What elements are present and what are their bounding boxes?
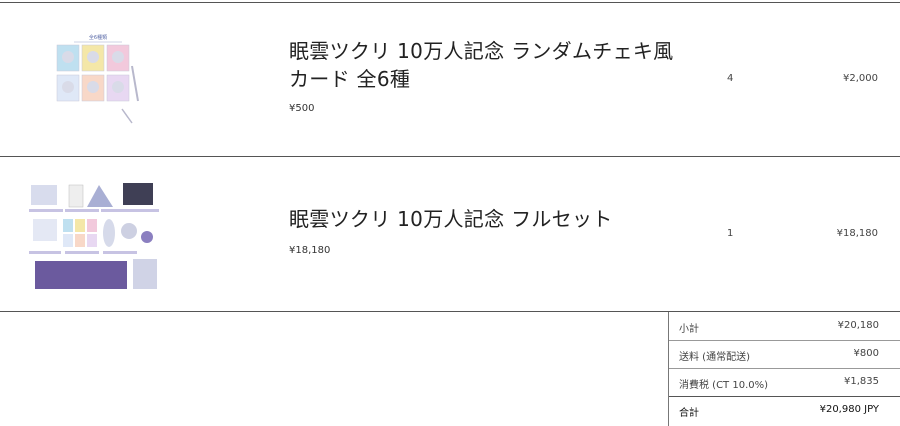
cart-item: 全6種類 眠雲ツクリ 10万人記念 ランダムチェキ風 カード 全6種 ¥500 … xyxy=(0,3,900,157)
item-title-line1: 眠雲ツクリ 10万人記念 フルセット xyxy=(289,207,613,231)
total-value: ¥20,980 JPY xyxy=(819,404,879,415)
total-row: 合計 ¥20,980 JPY xyxy=(669,396,900,424)
item-line-total: ¥18,180 xyxy=(836,228,878,239)
cheki-card-set-image: 全6種類 xyxy=(52,31,144,131)
thumbnail-heading: 全6種類 xyxy=(89,34,107,41)
item-title[interactable]: 眠雲ツクリ 10万人記念 ランダムチェキ風 カード 全6種 xyxy=(289,37,674,93)
order-summary: 小計 ¥20,180 送料 (通常配送) ¥800 消費税 (CT 10.0%)… xyxy=(668,312,900,426)
full-set-merch-thumbnail[interactable] xyxy=(25,181,161,291)
item-title-line2: カード 全6種 xyxy=(289,67,411,91)
item-price: ¥500 xyxy=(289,103,315,114)
subtotal-row: 小計 ¥20,180 xyxy=(669,312,900,340)
tax-row: 消費税 (CT 10.0%) ¥1,835 xyxy=(669,368,900,396)
cheki-card-set-thumbnail[interactable]: 全6種類 xyxy=(52,31,144,131)
item-line-total: ¥2,000 xyxy=(843,73,878,84)
shipping-row: 送料 (通常配送) ¥800 xyxy=(669,340,900,368)
item-title[interactable]: 眠雲ツクリ 10万人記念 フルセット xyxy=(289,205,674,233)
item-quantity: 4 xyxy=(727,73,734,84)
tax-value: ¥1,835 xyxy=(844,376,879,387)
item-title-line1: 眠雲ツクリ 10万人記念 ランダムチェキ風 xyxy=(289,39,674,63)
tax-label: 消費税 (CT 10.0%) xyxy=(679,380,769,391)
cart-item: 眠雲ツクリ 10万人記念 フルセット ¥18,180 1 ¥18,180 xyxy=(0,157,900,311)
shipping-label: 送料 (通常配送) xyxy=(679,352,750,363)
subtotal-value: ¥20,180 xyxy=(837,320,879,331)
subtotal-label: 小計 xyxy=(679,324,699,335)
full-set-merch-image xyxy=(25,181,161,291)
item-price: ¥18,180 xyxy=(289,245,331,256)
item-quantity: 1 xyxy=(727,228,734,239)
shipping-value: ¥800 xyxy=(853,348,879,359)
total-label: 合計 xyxy=(679,408,699,419)
